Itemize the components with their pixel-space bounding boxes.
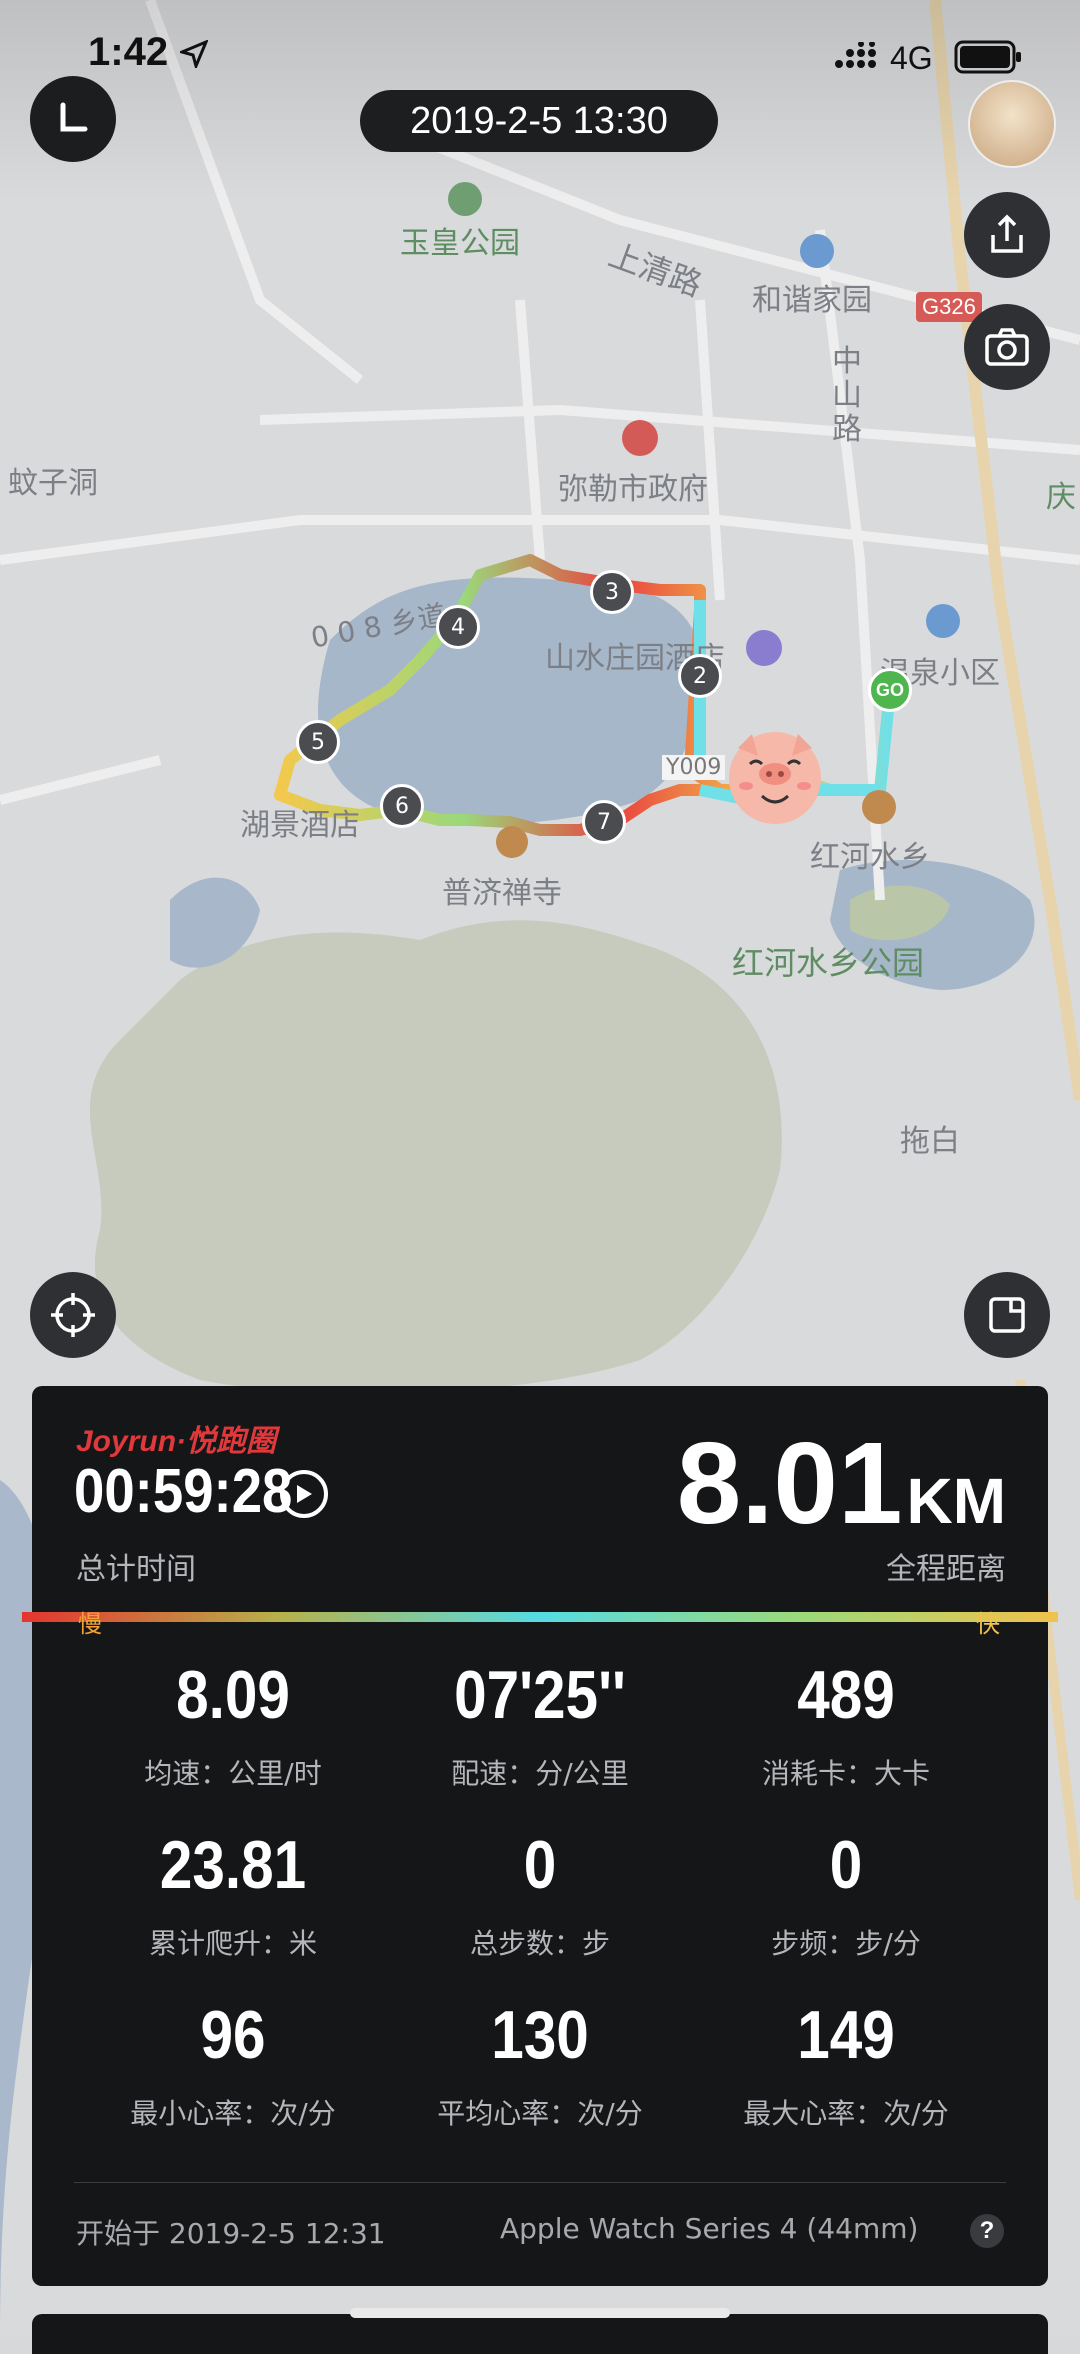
map-label-honghe: 红河水乡	[810, 840, 930, 875]
km-marker-7[interactable]: 7	[582, 800, 626, 844]
map-label-hexie: 和谐家园	[752, 283, 872, 318]
pig-avatar-icon[interactable]	[722, 726, 828, 826]
brand-logo: Joyrun·悦跑圈	[76, 1425, 277, 1458]
stat-min-hr-value: 96	[200, 1997, 266, 2073]
stat-calories-value: 489	[797, 1657, 895, 1733]
divider	[74, 2182, 1006, 2183]
map-label-wenzidong: 蚊子洞	[8, 466, 98, 501]
km-marker-5[interactable]: 5	[296, 720, 340, 764]
run-summary-panel: Joyrun·悦跑圈 00:59:28 总计时间 8.01 KM 全程距离 慢 …	[22, 1386, 1058, 2286]
map-label-puji-temple: 普济禅寺	[442, 876, 562, 911]
map-label-mile-government: 弥勒市政府	[558, 472, 708, 507]
total-time-label: 总计时间	[76, 1552, 196, 1587]
stat-avg-hr-label: 平均心率：次/分	[437, 2097, 643, 2130]
camera-button[interactable]	[964, 304, 1050, 390]
stat-avg-hr-value: 130	[491, 1997, 589, 2073]
map-style-button[interactable]	[964, 1272, 1050, 1358]
km-marker-6[interactable]: 6	[380, 784, 424, 828]
date-pill: 2019-2-5 13:30	[360, 90, 718, 152]
km-marker-4[interactable]: 4	[436, 605, 480, 649]
help-button[interactable]: ?	[970, 2214, 1004, 2248]
map-label-qing: 庆	[1046, 480, 1076, 515]
stat-elevation-value: 23.81	[159, 1827, 307, 1903]
stat-pace-value: 07'25''	[454, 1657, 626, 1733]
start-time-text: 开始于 2019-2-5 12:31	[76, 2217, 386, 2250]
government-icon	[622, 420, 658, 456]
hotel-icon	[746, 630, 782, 666]
distance-unit: KM	[906, 1465, 1006, 1537]
playback-button[interactable]	[280, 1470, 328, 1518]
network-label: 4G	[890, 40, 933, 76]
stat-max-hr-value: 149	[797, 1997, 895, 2073]
stat-min-hr-label: 最小心率：次/分	[130, 2097, 336, 2130]
map-label-honghe-park: 红河水乡公园	[732, 944, 925, 982]
attraction-icon	[862, 790, 896, 824]
map-label-y009: Y009	[662, 755, 726, 780]
residence-icon	[800, 234, 834, 268]
temple-icon	[496, 826, 528, 858]
slow-label: 慢	[78, 1610, 102, 1638]
user-avatar[interactable]	[968, 80, 1056, 168]
community-icon	[926, 604, 960, 638]
map-label-zhongshan-road: 中山路	[832, 344, 862, 447]
map-label-yuhuang: 玉皇公园	[400, 226, 520, 261]
distance-label: 全程距离	[886, 1552, 1006, 1587]
locate-button[interactable]	[30, 1272, 116, 1358]
stat-calories-label: 消耗卡：大卡	[761, 1757, 930, 1790]
location-arrow-icon	[180, 40, 208, 68]
distance-display: 8.01 KM	[677, 1416, 1006, 1550]
device-name: Apple Watch Series 4 (44mm)	[500, 2212, 919, 2245]
share-button[interactable]	[964, 192, 1050, 278]
pace-gradient-bar	[22, 1612, 1058, 1622]
crosshair-icon	[51, 1293, 95, 1337]
battery-icon	[954, 40, 1021, 74]
play-icon	[297, 1485, 312, 1503]
distance-value: 8.01	[676, 1418, 903, 1548]
signal-icon	[835, 42, 876, 68]
share-icon	[991, 214, 1023, 253]
stat-avg-speed-value: 8.09	[176, 1657, 290, 1733]
km-marker-2[interactable]: 2	[678, 654, 722, 698]
park-icon	[448, 182, 482, 216]
g326-badge: G326	[916, 292, 982, 322]
map-label-hujing-hotel: 湖景酒店	[240, 808, 360, 843]
fast-label: 快	[976, 1610, 1000, 1638]
back-button[interactable]	[30, 76, 116, 162]
next-card-peek	[32, 2314, 1048, 2354]
stat-pace-label: 配速：分/公里	[451, 1757, 629, 1790]
back-logo-icon	[60, 102, 88, 132]
km-marker-3[interactable]: 3	[590, 570, 634, 614]
stat-avg-speed-label: 均速：公里/时	[144, 1757, 322, 1790]
map-label-tuobai: 拖白	[900, 1124, 960, 1159]
stat-steps-value: 0	[523, 1827, 557, 1903]
camera-icon	[985, 328, 1029, 366]
home-indicator[interactable]	[350, 2308, 730, 2318]
stat-cadence-label: 步频：步/分	[771, 1927, 921, 1960]
start-go-marker[interactable]: GO	[868, 668, 912, 712]
map-layer-icon	[989, 1297, 1025, 1333]
stat-max-hr-label: 最大心率：次/分	[743, 2097, 949, 2130]
status-time: 1:42	[88, 30, 169, 74]
stat-elevation-label: 累计爬升：米	[148, 1927, 317, 1960]
stat-steps-label: 总步数：步	[469, 1927, 610, 1960]
total-time-value: 00:59:28	[74, 1457, 293, 1526]
stat-cadence-value: 0	[829, 1827, 863, 1903]
